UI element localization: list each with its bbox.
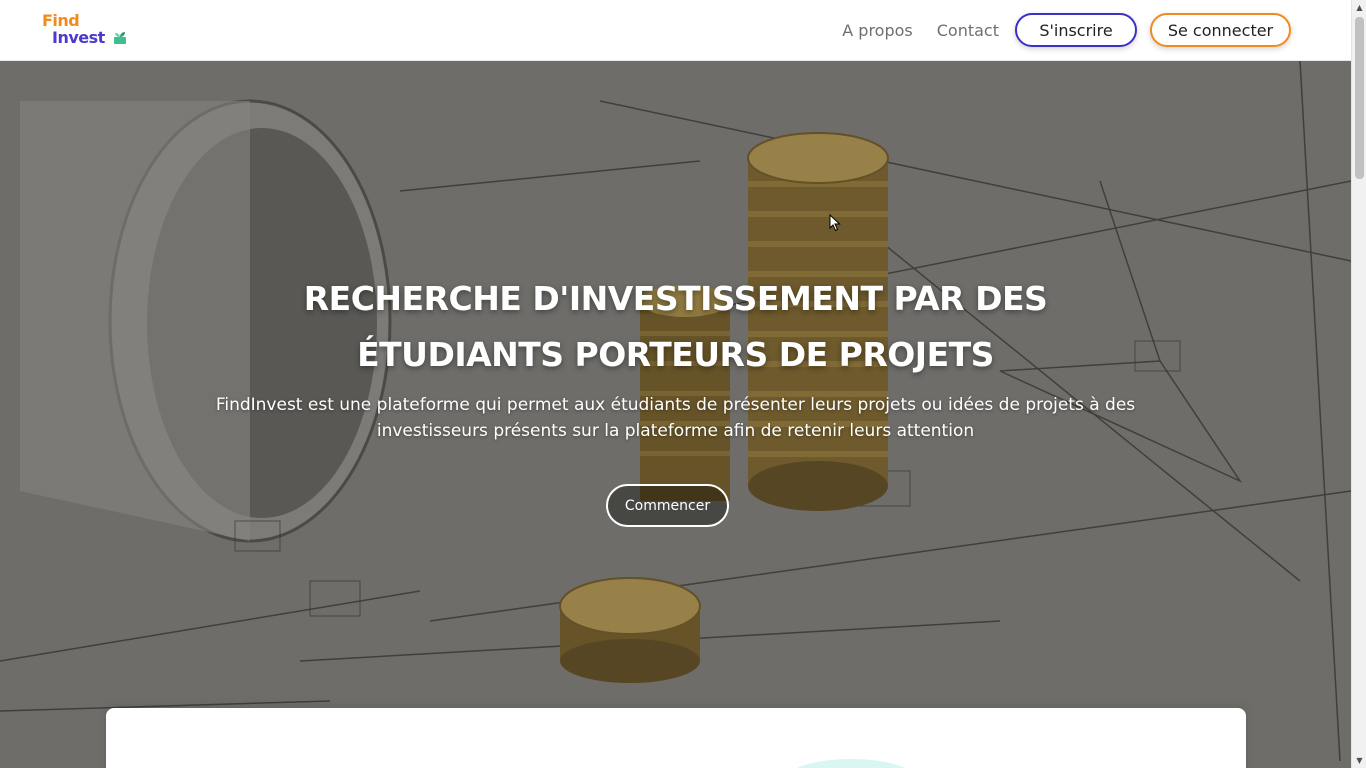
main-nav: A propos Contact S'inscrire Se connecter: [830, 13, 1291, 47]
scroll-thumb[interactable]: [1355, 17, 1364, 179]
content-card: [106, 708, 1246, 768]
logo-text-find: Find: [42, 11, 80, 30]
hero-title: RECHERCHE D'INVESTISSEMENT PAR DES ÉTUDI…: [0, 271, 1351, 383]
card-decorative-shape: [786, 759, 916, 768]
hero-title-text: RECHERCHE D'INVESTISSEMENT PAR DES ÉTUDI…: [303, 279, 1048, 374]
findinvest-logo[interactable]: Find Invest: [42, 13, 132, 49]
nav-link-contact[interactable]: Contact: [925, 15, 1011, 46]
top-navbar: Find Invest A propos Contact S'inscrire …: [0, 0, 1351, 61]
start-button[interactable]: Commencer: [606, 484, 729, 527]
hero-section: RECHERCHE D'INVESTISSEMENT PAR DES ÉTUDI…: [0, 61, 1351, 768]
register-button[interactable]: S'inscrire: [1015, 13, 1137, 47]
scroll-down-arrow-icon[interactable]: ▼: [1352, 753, 1366, 768]
mouse-pointer-icon: [829, 214, 841, 232]
hero-description: FindInvest est une plateforme qui permet…: [215, 395, 1136, 441]
login-button[interactable]: Se connecter: [1150, 13, 1291, 47]
vertical-scrollbar[interactable]: ▲ ▼: [1351, 0, 1366, 768]
money-plant-icon: [114, 32, 126, 44]
scroll-up-arrow-icon[interactable]: ▲: [1352, 0, 1366, 15]
logo-text-invest: Invest: [52, 28, 105, 47]
nav-link-about[interactable]: A propos: [830, 15, 924, 46]
